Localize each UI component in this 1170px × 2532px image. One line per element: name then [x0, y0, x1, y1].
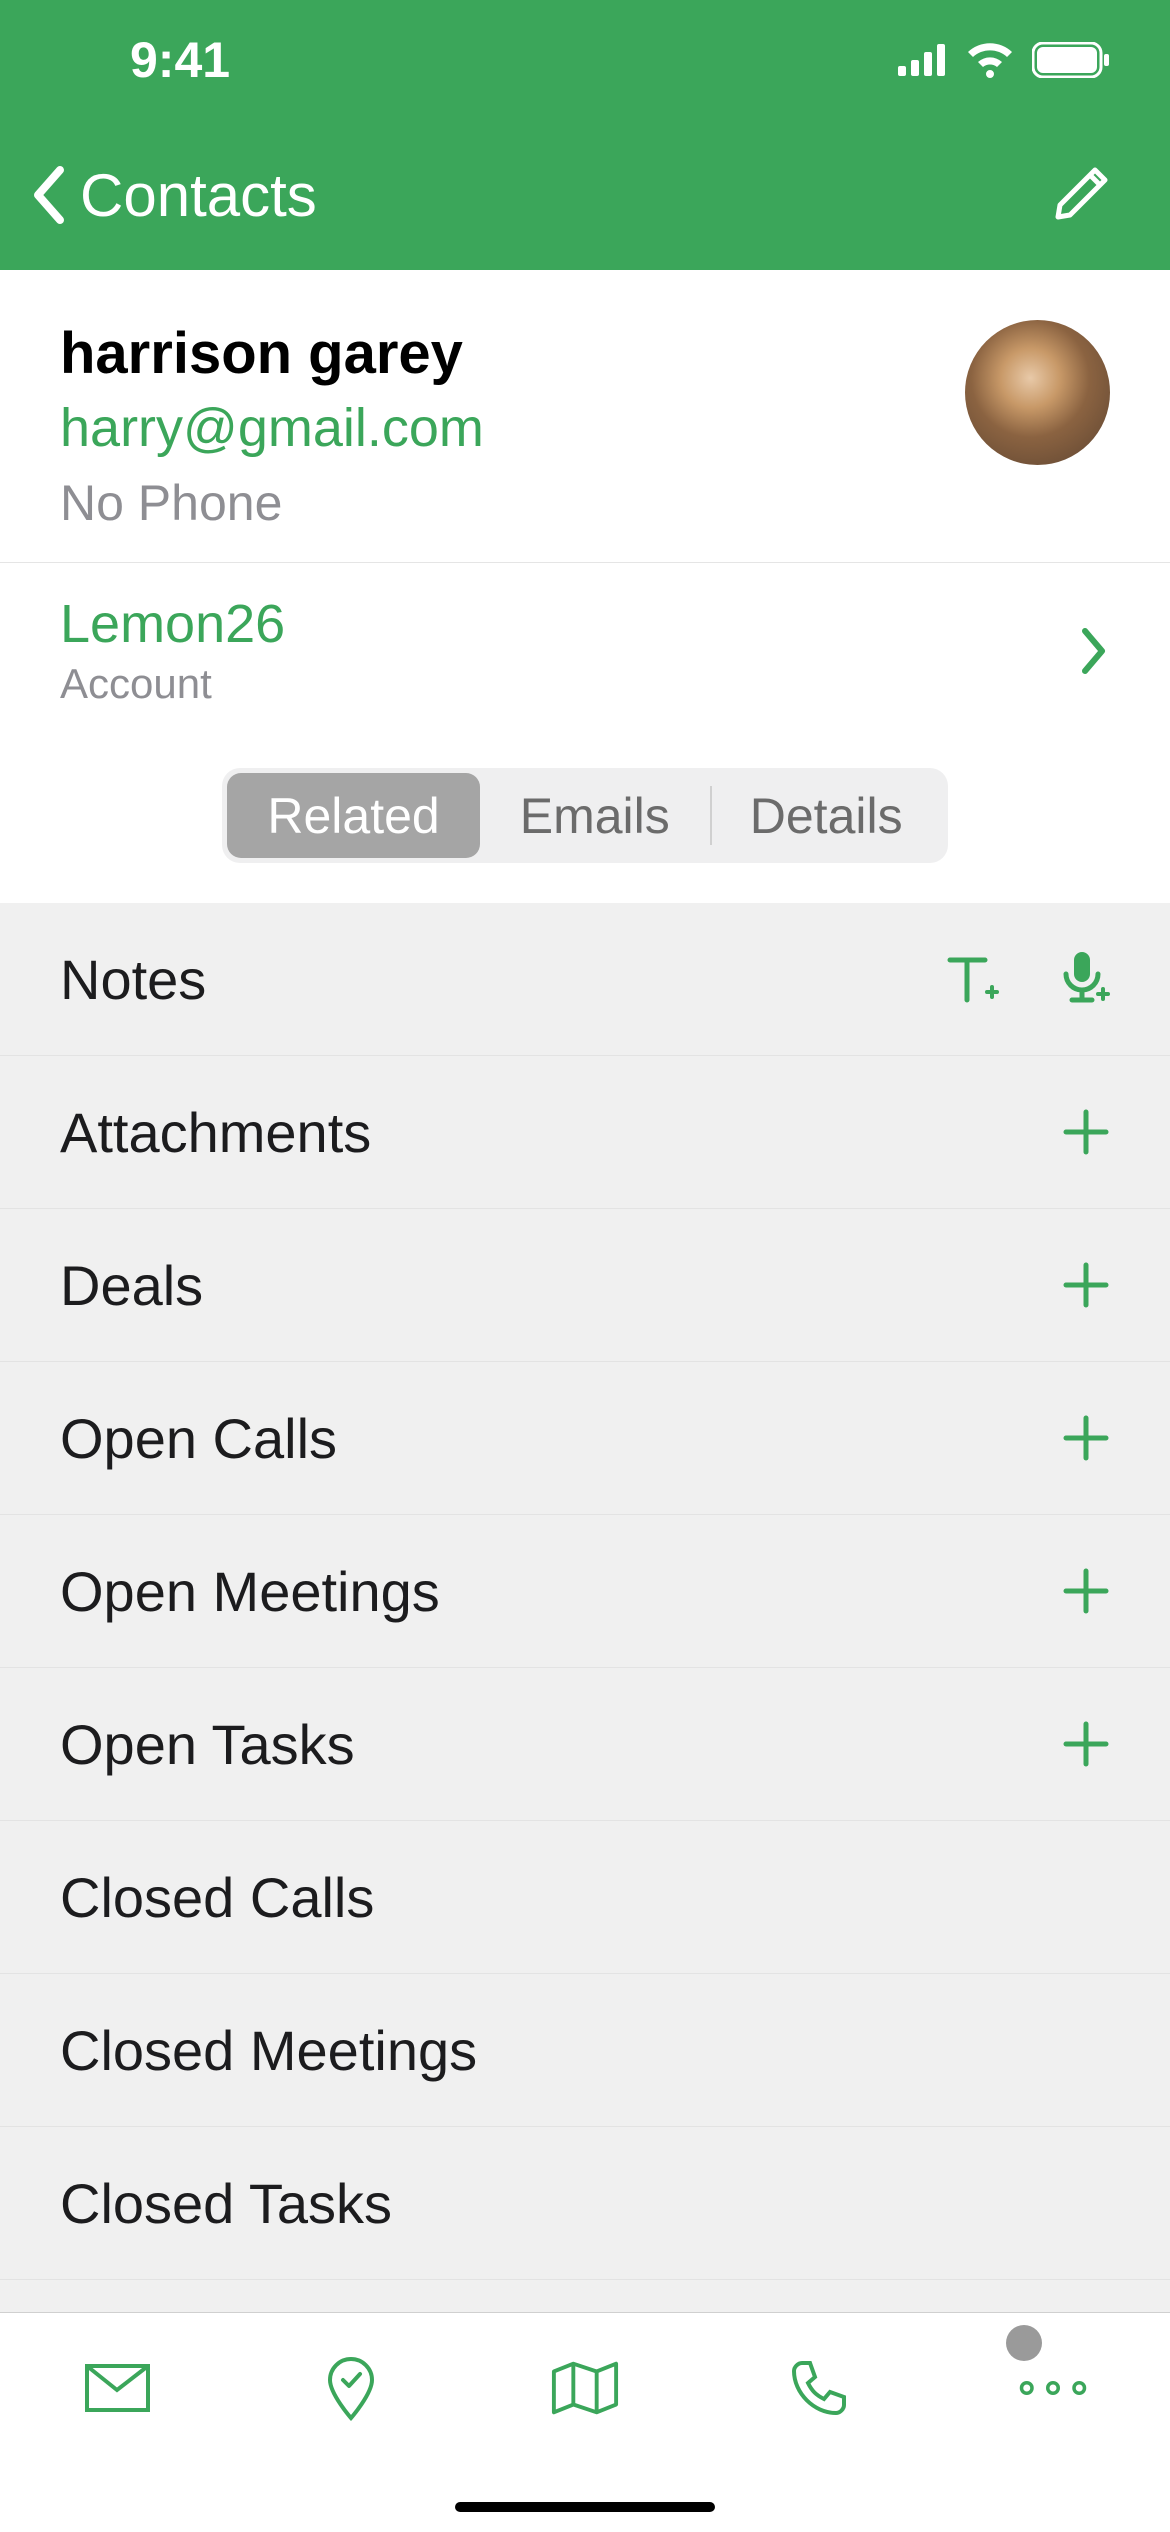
tab-related[interactable]: Related: [227, 773, 479, 858]
plus-icon[interactable]: [1062, 1414, 1110, 1462]
mail-icon: [85, 2364, 150, 2412]
phone-icon: [790, 2359, 848, 2417]
contact-email[interactable]: harry@gmail.com: [60, 397, 965, 459]
text-add-icon[interactable]: [945, 952, 1000, 1007]
plus-icon[interactable]: [1062, 1567, 1110, 1615]
avatar[interactable]: [965, 320, 1110, 465]
section-attachments[interactable]: Attachments: [0, 1056, 1170, 1209]
map-icon: [550, 2359, 620, 2417]
plus-icon[interactable]: [1062, 1108, 1110, 1156]
section-open-tasks[interactable]: Open Tasks: [0, 1668, 1170, 1821]
status-bar: 9:41: [0, 0, 1170, 120]
battery-icon: [1032, 42, 1110, 78]
plus-icon[interactable]: [1062, 1261, 1110, 1309]
related-sections: Notes Attachments Deals Open Calls: [0, 903, 1170, 2280]
back-button[interactable]: Contacts: [30, 161, 317, 230]
status-icons: [898, 42, 1110, 78]
more-icon: [1018, 2378, 1088, 2398]
edit-button[interactable]: [1055, 165, 1110, 225]
account-label: Account: [60, 660, 285, 708]
mic-add-icon[interactable]: [1060, 950, 1110, 1008]
section-closed-meetings[interactable]: Closed Meetings: [0, 1974, 1170, 2127]
badge-dot: [1006, 2325, 1042, 2361]
mail-button[interactable]: [82, 2353, 152, 2423]
nav-bar: Contacts: [0, 120, 1170, 270]
section-open-meetings[interactable]: Open Meetings: [0, 1515, 1170, 1668]
chevron-left-icon: [30, 165, 65, 225]
pencil-icon: [1055, 165, 1110, 220]
status-time: 9:41: [130, 31, 230, 89]
tabs-container: Related Emails Details: [0, 748, 1170, 903]
map-button[interactable]: [550, 2353, 620, 2423]
location-button[interactable]: [316, 2353, 386, 2423]
tab-emails[interactable]: Emails: [480, 773, 710, 858]
account-row[interactable]: Lemon26 Account: [0, 562, 1170, 748]
call-button[interactable]: [784, 2353, 854, 2423]
tab-details[interactable]: Details: [710, 773, 943, 858]
plus-icon[interactable]: [1062, 1720, 1110, 1768]
nav-title: Contacts: [80, 161, 317, 230]
chevron-right-icon: [1080, 626, 1110, 676]
section-notes[interactable]: Notes: [0, 903, 1170, 1056]
section-closed-calls[interactable]: Closed Calls: [0, 1821, 1170, 1974]
wifi-icon: [966, 42, 1014, 78]
section-deals[interactable]: Deals: [0, 1209, 1170, 1362]
cellular-icon: [898, 44, 948, 76]
bottom-toolbar: [0, 2312, 1170, 2532]
home-indicator[interactable]: [455, 2502, 715, 2512]
location-icon: [326, 2356, 376, 2421]
more-button[interactable]: [1018, 2353, 1088, 2423]
contact-name: harrison garey: [60, 320, 965, 387]
contact-header: harrison garey harry@gmail.com No Phone: [0, 270, 1170, 562]
section-open-calls[interactable]: Open Calls: [0, 1362, 1170, 1515]
contact-phone: No Phone: [60, 474, 965, 532]
account-name: Lemon26: [60, 593, 285, 655]
section-closed-tasks[interactable]: Closed Tasks: [0, 2127, 1170, 2280]
segmented-control: Related Emails Details: [222, 768, 947, 863]
